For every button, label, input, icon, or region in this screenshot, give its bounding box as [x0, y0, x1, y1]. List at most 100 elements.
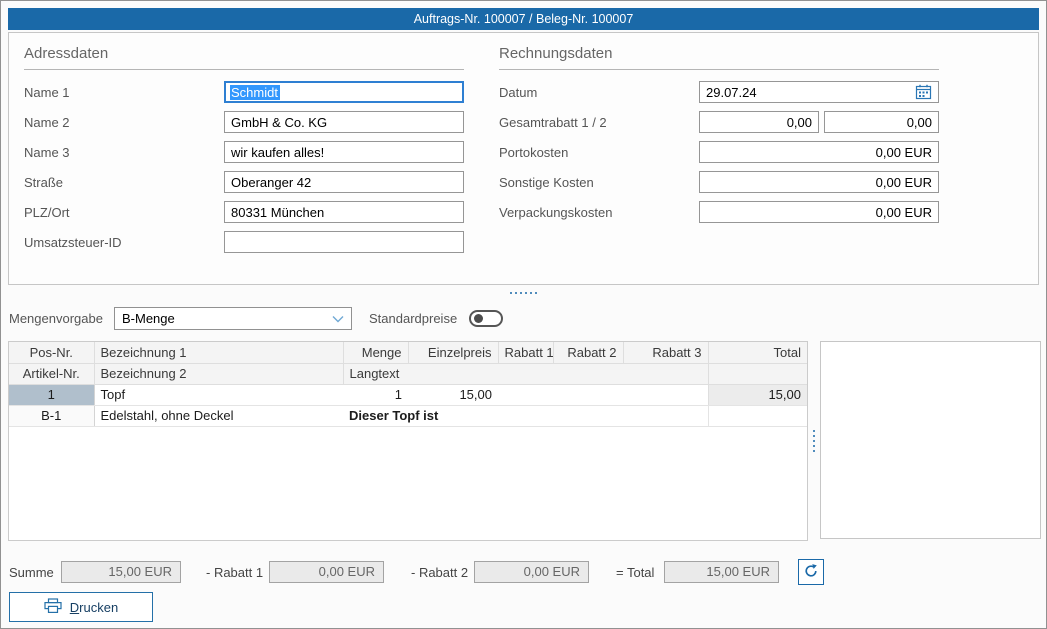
cell-total-spacer	[708, 405, 807, 426]
printer-icon	[44, 598, 62, 617]
verpackungskosten-field[interactable]: 0,00 EUR	[699, 201, 939, 223]
cell-langtext[interactable]: Dieser Topf ist	[343, 405, 708, 426]
total-label: = Total	[616, 565, 664, 580]
datum-value: 29.07.24	[706, 85, 757, 100]
form-field-row: Verpackungskosten 0,00 EUR	[499, 201, 939, 223]
rabatt2-field: 0,00 EUR	[474, 561, 589, 583]
chevron-down-icon	[332, 311, 344, 326]
col-header-rabatt-2: Rabatt 2	[553, 342, 623, 363]
portokosten-label: Portokosten	[499, 145, 699, 160]
page-title: Auftrags-Nr. 100007 / Beleg-Nr. 100007	[414, 12, 634, 26]
col-header-langtext: Langtext	[343, 363, 708, 384]
drucken-button[interactable]: Drucken	[9, 592, 153, 622]
sonstige-kosten-field[interactable]: 0,00 EUR	[699, 171, 939, 193]
umsatzsteuer-id-field[interactable]	[224, 231, 464, 253]
cell-bezeichnung-1[interactable]: Topf	[94, 384, 343, 405]
form-field-row: Straße Oberanger 42	[24, 171, 464, 193]
address-section-title: Adressdaten	[24, 45, 464, 70]
col-header-bezeichnung-1: Bezeichnung 1	[94, 342, 343, 363]
rabatt1-label: - Rabatt 1	[206, 565, 269, 580]
col-header-total-spacer	[708, 363, 807, 384]
name1-label: Name 1	[24, 85, 224, 100]
form-field-row: Umsatzsteuer-ID	[24, 231, 464, 253]
col-header-pos-nr: Pos-Nr.	[9, 342, 94, 363]
table-header-row-1: Pos-Nr. Bezeichnung 1 Menge Einzelpreis …	[9, 342, 807, 363]
form-field-row: Gesamtrabatt 1 / 2 0,00 0,00	[499, 111, 939, 133]
datum-field[interactable]: 29.07.24	[699, 81, 939, 103]
cell-rabatt-2[interactable]	[553, 384, 623, 405]
form-field-row: Datum 29.07.24	[499, 81, 939, 103]
invoice-section: Rechnungsdaten Datum 29.07.24	[499, 45, 939, 231]
cell-einzelpreis[interactable]: 15,00	[408, 384, 498, 405]
mengenvorgabe-value: B-Menge	[122, 311, 175, 326]
positions-toolbar: Mengenvorgabe B-Menge Standardpreise	[9, 307, 503, 330]
window-title-bar: Auftrags-Nr. 100007 / Beleg-Nr. 100007	[8, 8, 1039, 30]
name2-label: Name 2	[24, 115, 224, 130]
gesamtrabatt-label: Gesamtrabatt 1 / 2	[499, 115, 699, 130]
form-field-row: Sonstige Kosten 0,00 EUR	[499, 171, 939, 193]
cell-total[interactable]: 15,00	[708, 384, 807, 405]
form-field-row: Name 1 Schmidt	[24, 81, 464, 103]
name3-field[interactable]: wir kaufen alles!	[224, 141, 464, 163]
form-field-row: PLZ/Ort 80331 München	[24, 201, 464, 223]
calendar-icon[interactable]	[915, 84, 932, 100]
gesamtrabatt-fields: 0,00 0,00	[699, 111, 939, 133]
standardpreise-toggle[interactable]	[469, 310, 503, 327]
cell-artikel-nr[interactable]: B-1	[9, 405, 94, 426]
mengenvorgabe-select[interactable]: B-Menge	[114, 307, 352, 330]
horizontal-splitter-handle[interactable]	[1, 289, 1046, 297]
refresh-icon	[803, 563, 819, 582]
detail-panel[interactable]	[820, 341, 1041, 539]
form-field-row: Portokosten 0,00 EUR	[499, 141, 939, 163]
cell-menge[interactable]: 1	[343, 384, 408, 405]
standardpreise-label: Standardpreise	[369, 311, 457, 326]
rabatt2-label: - Rabatt 2	[411, 565, 474, 580]
gesamtrabatt1-field[interactable]: 0,00	[699, 111, 819, 133]
table-row: 1 Topf 1 15,00 15,00	[9, 384, 807, 405]
col-header-rabatt-1: Rabatt 1	[498, 342, 553, 363]
gesamtrabatt2-field[interactable]: 0,00	[824, 111, 939, 133]
plz-ort-label: PLZ/Ort	[24, 205, 224, 220]
col-header-artikel-nr: Artikel-Nr.	[9, 363, 94, 384]
col-header-rabatt-3: Rabatt 3	[623, 342, 708, 363]
cell-pos-nr[interactable]: 1	[9, 384, 94, 405]
col-header-menge: Menge	[343, 342, 408, 363]
vertical-splitter-handle[interactable]	[811, 425, 817, 457]
table-row: B-1 Edelstahl, ohne Deckel Dieser Topf i…	[9, 405, 807, 426]
datum-label: Datum	[499, 85, 699, 100]
summe-label: Summe	[9, 565, 61, 580]
plz-ort-field[interactable]: 80331 München	[224, 201, 464, 223]
address-section: Adressdaten Name 1 Schmidt Name 2 GmbH &…	[24, 45, 464, 261]
mengenvorgabe-label: Mengenvorgabe	[9, 311, 114, 326]
toggle-knob	[474, 314, 483, 323]
portokosten-field[interactable]: 0,00 EUR	[699, 141, 939, 163]
name2-field[interactable]: GmbH & Co. KG	[224, 111, 464, 133]
cell-bezeichnung-2[interactable]: Edelstahl, ohne Deckel	[94, 405, 343, 426]
form-field-row: Name 2 GmbH & Co. KG	[24, 111, 464, 133]
sonstige-kosten-label: Sonstige Kosten	[499, 175, 699, 190]
umsatzsteuer-id-label: Umsatzsteuer-ID	[24, 235, 224, 250]
verpackungskosten-label: Verpackungskosten	[499, 205, 699, 220]
form-field-row: Name 3 wir kaufen alles!	[24, 141, 464, 163]
summary-bar: Summe 15,00 EUR - Rabatt 1 0,00 EUR - Ra…	[9, 559, 824, 585]
total-field: 15,00 EUR	[664, 561, 779, 583]
strasse-field[interactable]: Oberanger 42	[224, 171, 464, 193]
drucken-label: Drucken	[70, 600, 118, 615]
rabatt1-field: 0,00 EUR	[269, 561, 384, 583]
name1-field[interactable]: Schmidt	[224, 81, 464, 103]
col-header-bezeichnung-2: Bezeichnung 2	[94, 363, 343, 384]
cell-rabatt-1[interactable]	[498, 384, 553, 405]
cell-rabatt-3[interactable]	[623, 384, 708, 405]
invoice-section-title: Rechnungsdaten	[499, 45, 939, 70]
positions-grid: Pos-Nr. Bezeichnung 1 Menge Einzelpreis …	[8, 341, 808, 541]
positions-table: Pos-Nr. Bezeichnung 1 Menge Einzelpreis …	[9, 342, 807, 427]
strasse-label: Straße	[24, 175, 224, 190]
name1-selected-text: Schmidt	[230, 85, 280, 100]
table-header-row-2: Artikel-Nr. Bezeichnung 2 Langtext	[9, 363, 807, 384]
col-header-total: Total	[708, 342, 807, 363]
name3-label: Name 3	[24, 145, 224, 160]
header-panel: Adressdaten Name 1 Schmidt Name 2 GmbH &…	[8, 32, 1039, 285]
recalculate-button[interactable]	[798, 559, 824, 585]
col-header-einzelpreis: Einzelpreis	[408, 342, 498, 363]
summe-field: 15,00 EUR	[61, 561, 181, 583]
